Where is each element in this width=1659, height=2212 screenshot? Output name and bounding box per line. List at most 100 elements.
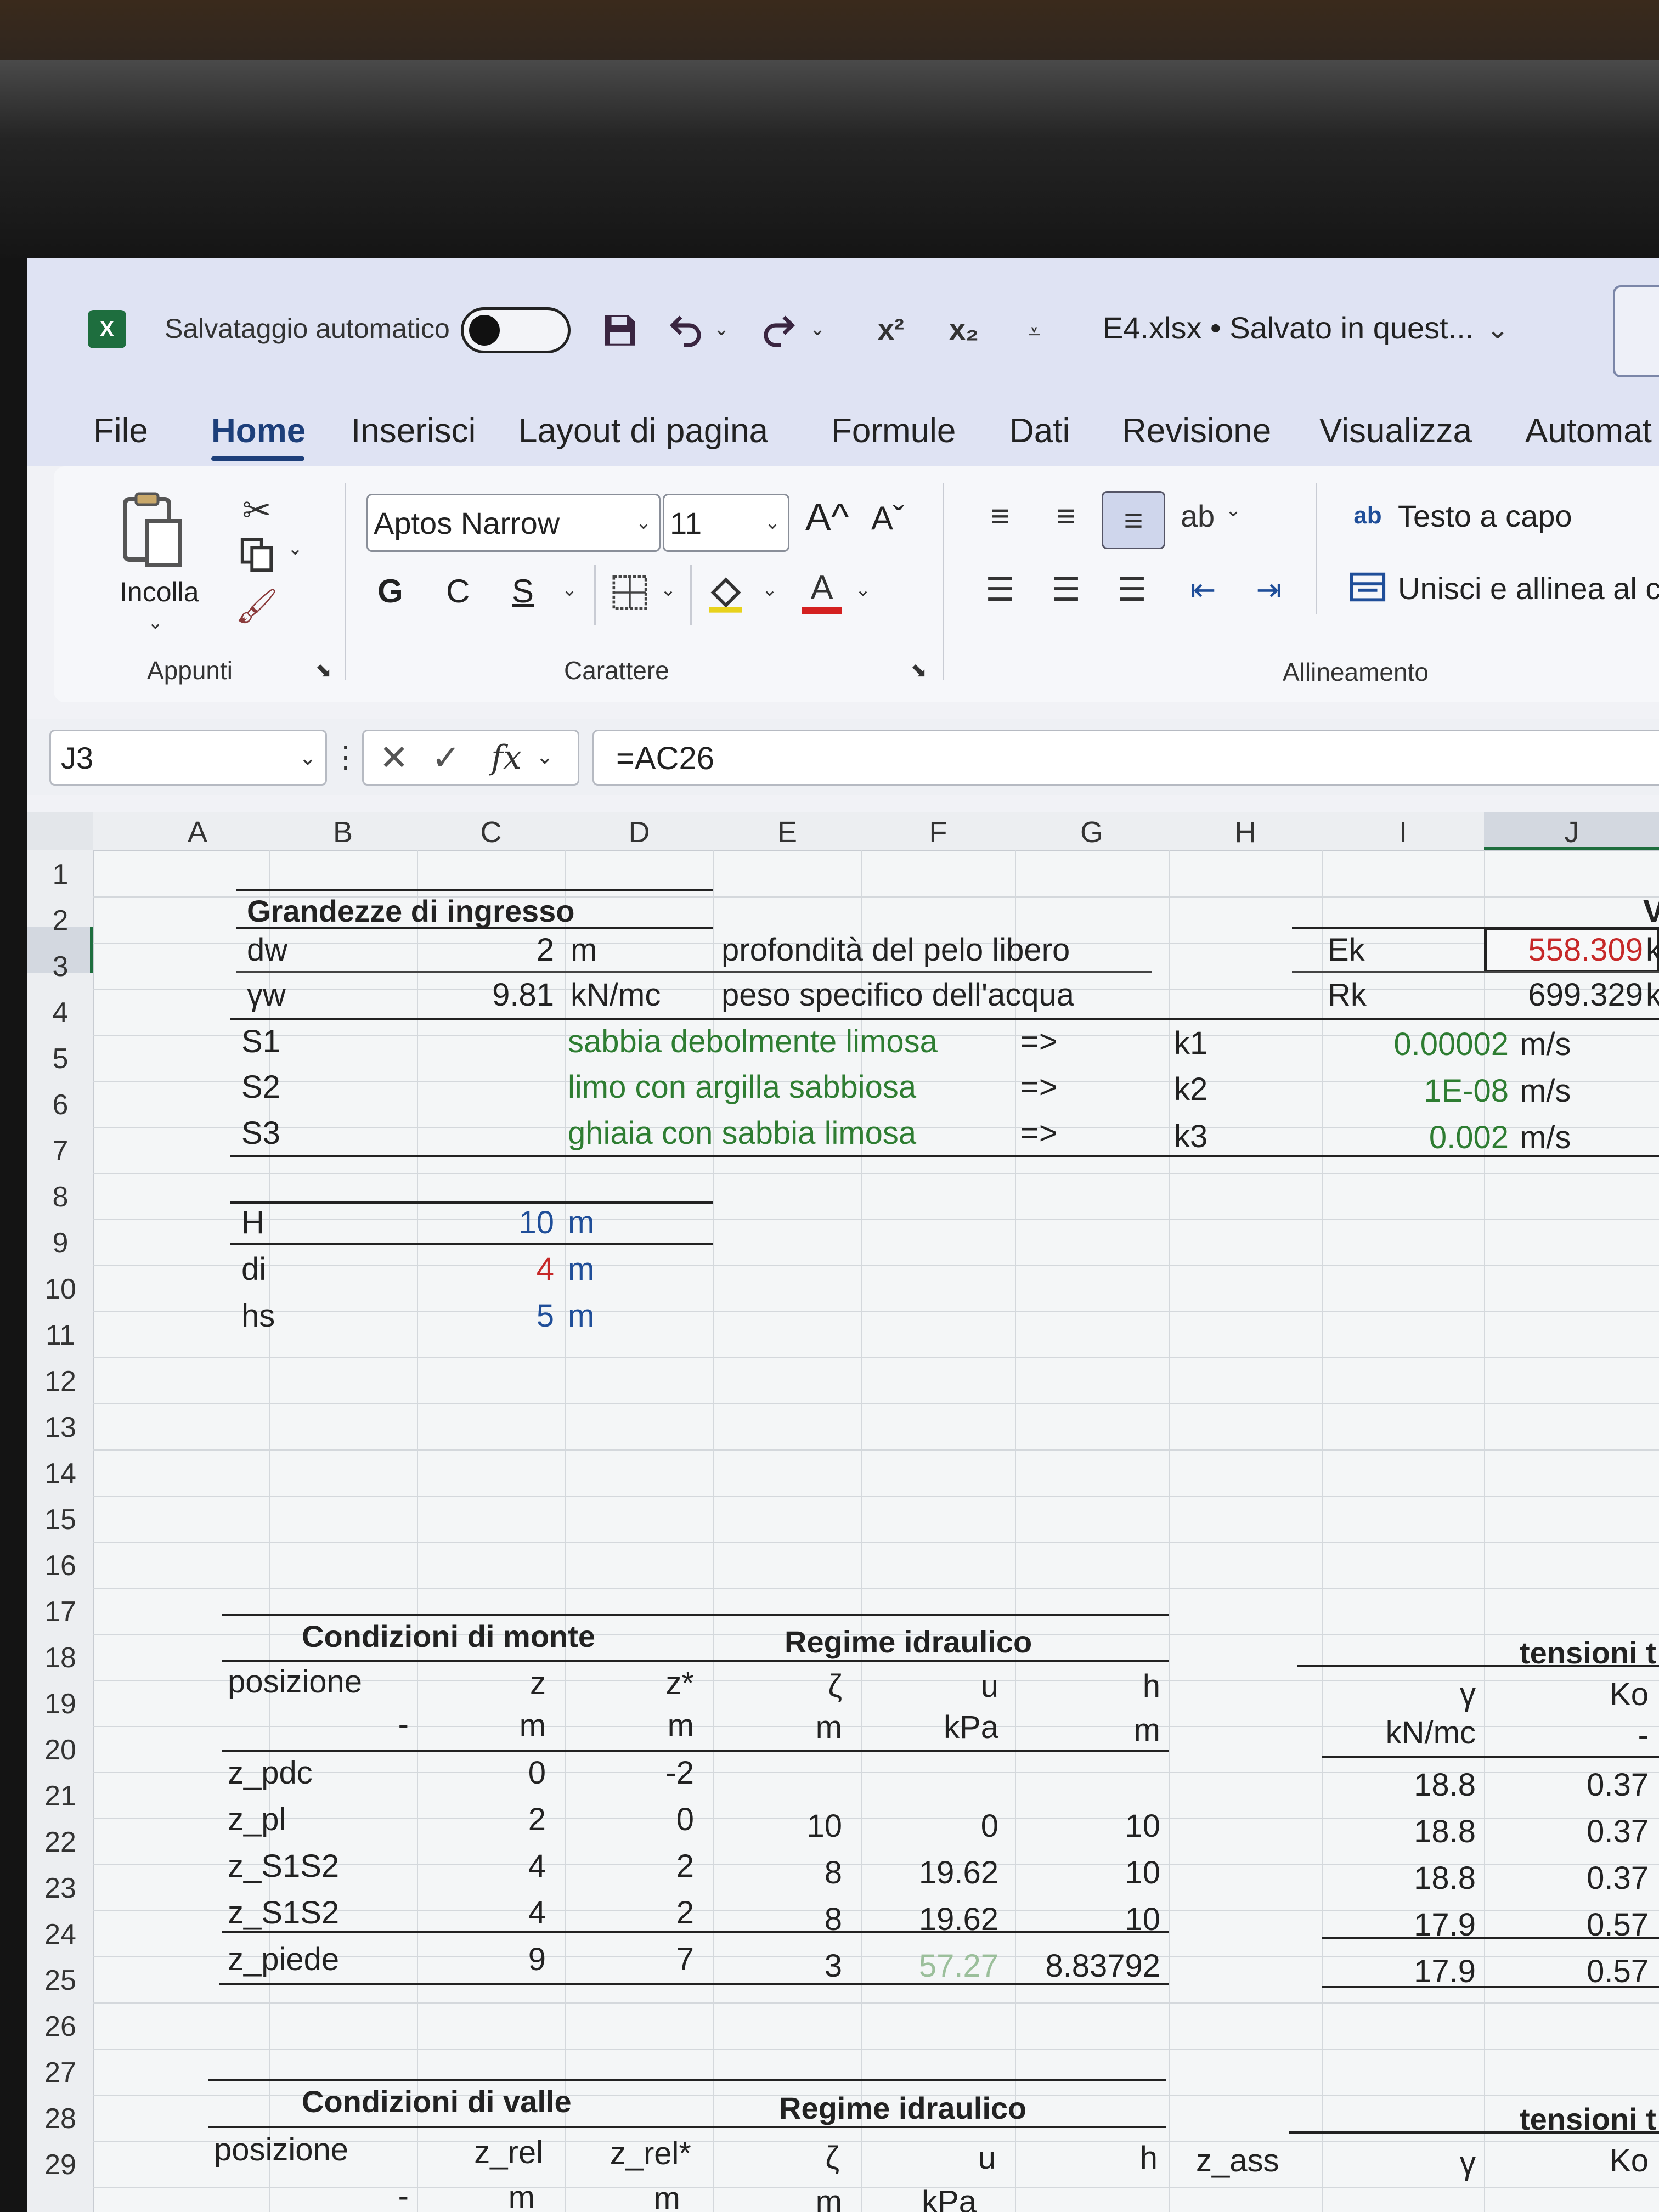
chevron-down-icon[interactable]: ⌄ [657, 579, 679, 601]
header-z-rel[interactable]: z_rel [422, 2134, 543, 2171]
ek-value[interactable]: 558.309 [1489, 932, 1643, 968]
u-cell[interactable]: 0 [867, 1808, 998, 1844]
increase-indent-icon[interactable]: ⇥ [1244, 565, 1294, 614]
row-header[interactable]: 19 [27, 1688, 93, 1720]
unit-z-rel-star[interactable]: m [571, 2180, 680, 2212]
gamma-cell[interactable]: 18.8 [1328, 1860, 1476, 1897]
enter-icon[interactable]: ✓ [424, 737, 468, 778]
geometry-label[interactable]: hs [241, 1297, 275, 1334]
u-cell[interactable]: 57.27 [867, 1948, 998, 1984]
ko-cell[interactable]: 0.37 [1489, 1860, 1649, 1897]
ko-cell[interactable]: 0.37 [1489, 1767, 1649, 1803]
j2-partial[interactable]: V [1643, 893, 1659, 930]
row-header[interactable]: 7 [27, 1135, 93, 1167]
save-icon[interactable] [598, 308, 642, 352]
row-header[interactable]: 6 [27, 1088, 93, 1121]
underline-button[interactable]: S [512, 572, 534, 610]
orientation-icon[interactable]: ab [1173, 491, 1222, 540]
column-header-d[interactable]: D [565, 815, 713, 849]
position-cell[interactable]: z_S1S2 [228, 1848, 339, 1884]
header-ko[interactable]: Ko [1489, 1676, 1649, 1713]
row-header[interactable]: 10 [27, 1273, 93, 1306]
header-h[interactable]: h [1020, 2140, 1158, 2176]
layer-arrow[interactable]: => [1020, 1069, 1058, 1105]
wrap-text-icon[interactable]: ab [1346, 494, 1390, 538]
gw-label[interactable]: γw [247, 977, 286, 1013]
cancel-icon[interactable]: ✕ [372, 737, 416, 778]
row-header[interactable]: 25 [27, 1964, 93, 1997]
zeta-cell[interactable]: 10 [719, 1808, 842, 1844]
header-h[interactable]: h [1020, 1668, 1160, 1705]
more-options-icon[interactable]: ⋮ [330, 735, 361, 779]
superscript-button[interactable]: x² [878, 313, 904, 347]
search-box-edge[interactable] [1613, 285, 1659, 377]
layer-unit[interactable]: m/s [1520, 1073, 1571, 1109]
font-color-icon[interactable]: A [797, 565, 847, 617]
select-all-corner[interactable] [27, 812, 93, 850]
z-star-cell[interactable]: 2 [571, 1894, 694, 1931]
z-cell[interactable]: 4 [422, 1894, 546, 1931]
z-cell[interactable]: 2 [422, 1801, 546, 1838]
unit-z-rel[interactable]: m [422, 2179, 535, 2212]
row-header[interactable]: 23 [27, 1872, 93, 1905]
h-cell[interactable]: 10 [1020, 1808, 1160, 1844]
ek-unit[interactable]: k [1646, 932, 1659, 968]
row-header[interactable]: 4 [27, 996, 93, 1029]
upstream-section-title[interactable]: Condizioni di monte [302, 1618, 595, 1654]
column-header-i[interactable]: I [1322, 815, 1484, 849]
dialog-launcher-icon[interactable]: ⬊ [312, 658, 336, 682]
redo-icon[interactable] [757, 308, 801, 352]
geometry-label[interactable]: di [241, 1251, 266, 1288]
decrease-indent-icon[interactable]: ⇤ [1178, 565, 1228, 614]
tab-data[interactable]: Dati [1009, 411, 1070, 450]
row-header[interactable]: 29 [27, 2148, 93, 2181]
rk-label[interactable]: Rk [1328, 977, 1367, 1013]
row-header[interactable]: 28 [27, 2102, 93, 2135]
layer-description[interactable]: ghiaia con sabbia limosa [568, 1115, 916, 1152]
name-box[interactable]: J3 ⌄ [49, 730, 327, 786]
ko-cell[interactable]: 0.57 [1489, 1953, 1649, 1990]
header-gamma[interactable]: γ [1328, 2145, 1476, 2182]
italic-button[interactable]: C [446, 572, 470, 610]
borders-icon[interactable] [608, 571, 652, 614]
rk-value[interactable]: 699.329 [1489, 977, 1643, 1013]
merge-center-icon[interactable] [1346, 565, 1390, 609]
chevron-down-icon[interactable]: ⌄ [806, 318, 828, 340]
insert-function-icon[interactable]: fx [484, 737, 528, 778]
row-header[interactable]: 12 [27, 1365, 93, 1398]
downstream-hydraulic-title[interactable]: Regime idraulico [779, 2090, 1026, 2126]
row-header[interactable]: 22 [27, 1826, 93, 1859]
layer-arrow[interactable]: => [1020, 1023, 1058, 1060]
chevron-down-icon[interactable]: ⌄ [558, 579, 580, 601]
unit-gamma[interactable]: kN/mc [1328, 1714, 1476, 1751]
chevron-down-icon[interactable]: ⌄ [284, 538, 306, 560]
gw-unit[interactable]: kN/mc [571, 977, 661, 1013]
column-header-e[interactable]: E [713, 815, 861, 849]
unit-position[interactable]: - [269, 2178, 409, 2212]
dw-unit[interactable]: m [571, 932, 597, 968]
unit-h[interactable]: m [1020, 1712, 1160, 1748]
row-header[interactable]: 20 [27, 1734, 93, 1767]
downstream-section-title[interactable]: Condizioni di valle [302, 2084, 572, 2119]
tab-page-layout[interactable]: Layout di pagina [518, 411, 768, 450]
dw-value[interactable]: 2 [422, 932, 554, 968]
align-bottom-icon[interactable]: ≡ [1102, 491, 1165, 549]
row-header[interactable]: 26 [27, 2010, 93, 2043]
tab-view[interactable]: Visualizza [1319, 411, 1472, 450]
tab-formulas[interactable]: Formule [831, 411, 956, 450]
align-middle-icon[interactable]: ≡ [1041, 491, 1091, 540]
unit-z-star[interactable]: m [571, 1707, 694, 1744]
geometry-value[interactable]: 5 [422, 1297, 554, 1334]
layer-permeability[interactable]: 0.002 [1328, 1119, 1509, 1156]
header-ko[interactable]: Ko [1489, 2142, 1649, 2179]
column-header-b[interactable]: B [269, 815, 417, 849]
formula-input[interactable]: =AC26 [592, 730, 1659, 786]
file-title[interactable]: E4.xlsx • Salvato in quest... [1103, 310, 1474, 346]
row-header[interactable]: 21 [27, 1780, 93, 1813]
u-cell[interactable]: 19.62 [867, 1854, 998, 1891]
gamma-cell[interactable]: 18.8 [1328, 1767, 1476, 1803]
chevron-down-icon[interactable]: ⌄ [531, 741, 558, 772]
row-header[interactable]: 8 [27, 1181, 93, 1214]
unit-position[interactable]: - [269, 1706, 409, 1743]
column-header-f[interactable]: F [861, 815, 1015, 849]
